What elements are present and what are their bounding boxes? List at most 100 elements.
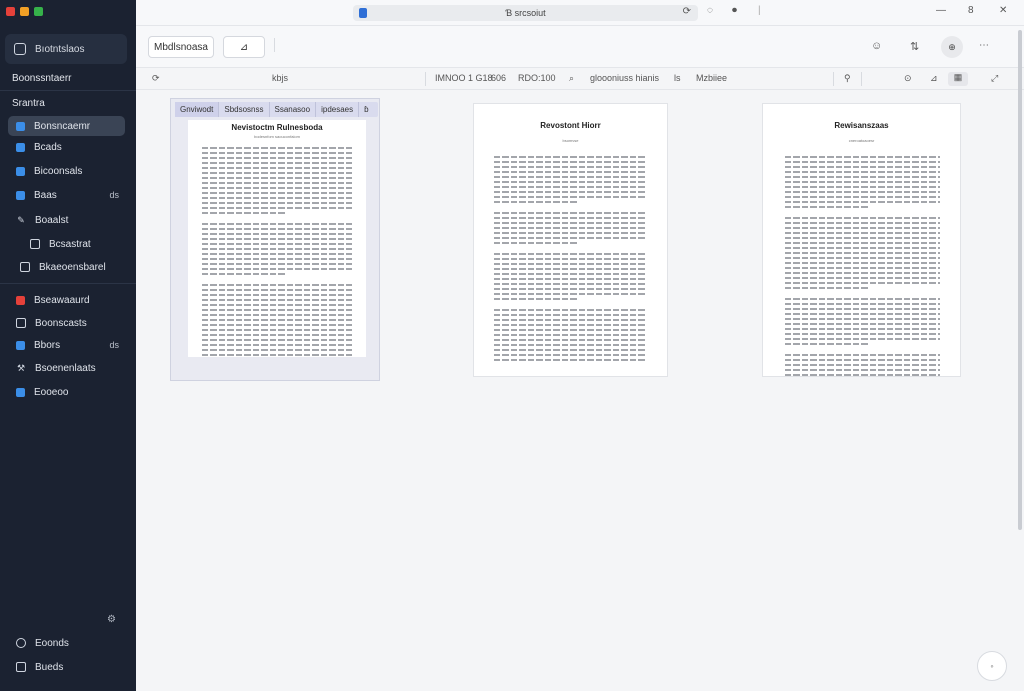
sidebar-item-6[interactable]: Bkaeoensbarel [12, 257, 125, 277]
minimize-window-button[interactable] [20, 7, 29, 16]
sidebar-item-4[interactable]: ✎ Boaalst [8, 210, 125, 230]
minimize-icon[interactable]: — [936, 5, 946, 16]
text-line [785, 217, 940, 219]
text-line [202, 233, 352, 235]
text-line [202, 268, 352, 270]
account-icon[interactable]: 8 [968, 5, 974, 16]
grid-view-icon[interactable]: ▦ [948, 72, 968, 86]
text-line [494, 258, 647, 260]
document-grid: Gnviwodt Sbdsosnss Ssanasoo ipdesaes ɓ N… [136, 91, 1024, 691]
text-line [785, 282, 940, 284]
text-line [785, 323, 940, 325]
text-line [202, 319, 352, 321]
page-title: Rewisanszaas [834, 121, 889, 130]
sort-icon[interactable]: ⇅ [910, 40, 919, 53]
page-preview: Nevistoctm Rulnesboda bodesnfom saouconf… [188, 120, 366, 357]
settings-icon[interactable]: ⚙ [107, 614, 116, 625]
status-item: gloooniuss hianis [590, 73, 660, 83]
text-line [202, 273, 285, 275]
text-line [785, 343, 871, 345]
text-line [202, 152, 352, 154]
page-tab[interactable]: Sbdsosnss [219, 102, 270, 117]
text-line [785, 354, 940, 356]
sidebar-item-9[interactable]: Bbors ds [8, 335, 125, 355]
sidebar-bottom-item-0[interactable]: Eoonds [8, 633, 125, 653]
text-line [202, 339, 352, 341]
workspace-switcher[interactable]: Bıotntslaos [5, 34, 127, 64]
page-tab[interactable]: Gnviwodt [175, 102, 220, 117]
text-line [494, 268, 647, 270]
text-line [785, 298, 940, 300]
text-line [785, 308, 940, 310]
text-line [494, 176, 647, 178]
link-icon[interactable]: ⊕ [941, 36, 963, 58]
page-tab[interactable]: Ssanasoo [270, 102, 317, 117]
close-icon[interactable]: ✕ [999, 5, 1007, 16]
vertical-scrollbar[interactable] [1018, 30, 1022, 530]
sidebar-item-label: Bicoonsals [34, 165, 83, 177]
share-icon[interactable]: ◌ [707, 5, 713, 16]
text-line [494, 288, 647, 290]
text-line [202, 349, 352, 351]
text-line [494, 186, 647, 188]
text-line [202, 157, 352, 159]
page-card-2[interactable]: Revostont Hiorr bsomvse [473, 103, 668, 377]
text-line [202, 324, 352, 326]
sidebar-subtitle: Boonssntaerr [12, 73, 72, 84]
text-line [494, 349, 647, 351]
expand-icon[interactable]: ⤢ [991, 73, 998, 84]
text-line [785, 272, 940, 274]
help-fab-button[interactable]: ◦ [977, 651, 1007, 681]
page-tab[interactable]: ipdesaes [316, 102, 360, 117]
sidebar-item-10[interactable]: ⚒ Bsoenenlaats [8, 358, 125, 378]
text-line [785, 369, 940, 371]
lock-icon[interactable]: ⊙ [904, 73, 912, 84]
text-line [494, 196, 647, 198]
sidebar-section-label: Srantra [12, 98, 45, 109]
text-line [494, 212, 647, 214]
sync-icon[interactable]: ⟳ [152, 73, 160, 84]
text-line [494, 227, 647, 229]
help-icon [16, 638, 26, 648]
filter-icon[interactable]: ⊿ [930, 73, 938, 84]
smile-icon[interactable]: ☺ [871, 40, 882, 52]
sidebar-item-1[interactable]: Bcads [8, 137, 125, 157]
reload-icon[interactable]: ⟳ [683, 6, 691, 17]
record-icon[interactable]: ⏺ [732, 5, 737, 16]
status-divider [861, 72, 862, 86]
page-card-3[interactable]: Rewisanszaas cneroatoaoesr [762, 103, 961, 377]
text-line [785, 156, 940, 158]
sidebar-item-7[interactable]: Bseawaaurd [8, 290, 125, 310]
text-line [785, 374, 940, 376]
text-line [785, 206, 871, 208]
sidebar-item-11[interactable]: Eooeoo [8, 382, 125, 402]
sidebar-item-label: Bsoenenlaats [35, 362, 96, 374]
sidebar-item-label: Bkaeoensbarel [39, 261, 106, 273]
address-bar[interactable]: Ɓ srcsoiut ⟳ [353, 5, 698, 21]
site-favicon [359, 8, 367, 18]
status-divider [425, 72, 426, 86]
sidebar-item-0[interactable]: Bonsncaemr [8, 116, 125, 136]
primary-button[interactable]: Mbdlsnoasa [148, 36, 214, 58]
text-line [202, 177, 352, 179]
search-icon[interactable]: ⌕ [569, 73, 574, 84]
maximize-window-button[interactable] [34, 7, 43, 16]
page-card-1[interactable]: Gnviwodt Sbdsosnss Ssanasoo ipdesaes ɓ N… [170, 98, 380, 381]
sidebar-item-8[interactable]: Boonscasts [8, 313, 125, 333]
sidebar-item-label: Bonsncaemr [34, 120, 91, 132]
tag-icon [16, 295, 25, 305]
text-line [785, 338, 940, 340]
text-line [202, 162, 352, 164]
sidebar-bottom-item-1[interactable]: Bueds [8, 657, 125, 677]
inbox-icon [16, 318, 26, 328]
pin-icon[interactable]: ⚲ [844, 73, 851, 84]
folder-icon [16, 121, 25, 131]
status-item: 606 [491, 73, 507, 83]
more-icon[interactable]: ⋯ [979, 40, 989, 51]
sidebar-item-3[interactable]: Baas ds [8, 185, 125, 205]
sidebar-item-5[interactable]: Bcsastrat [22, 234, 125, 254]
page-tab[interactable]: ɓ [359, 102, 373, 117]
close-window-button[interactable] [6, 7, 15, 16]
sidebar-item-2[interactable]: Bicoonsals [8, 161, 125, 181]
secondary-button[interactable]: ⊿ [223, 36, 265, 58]
